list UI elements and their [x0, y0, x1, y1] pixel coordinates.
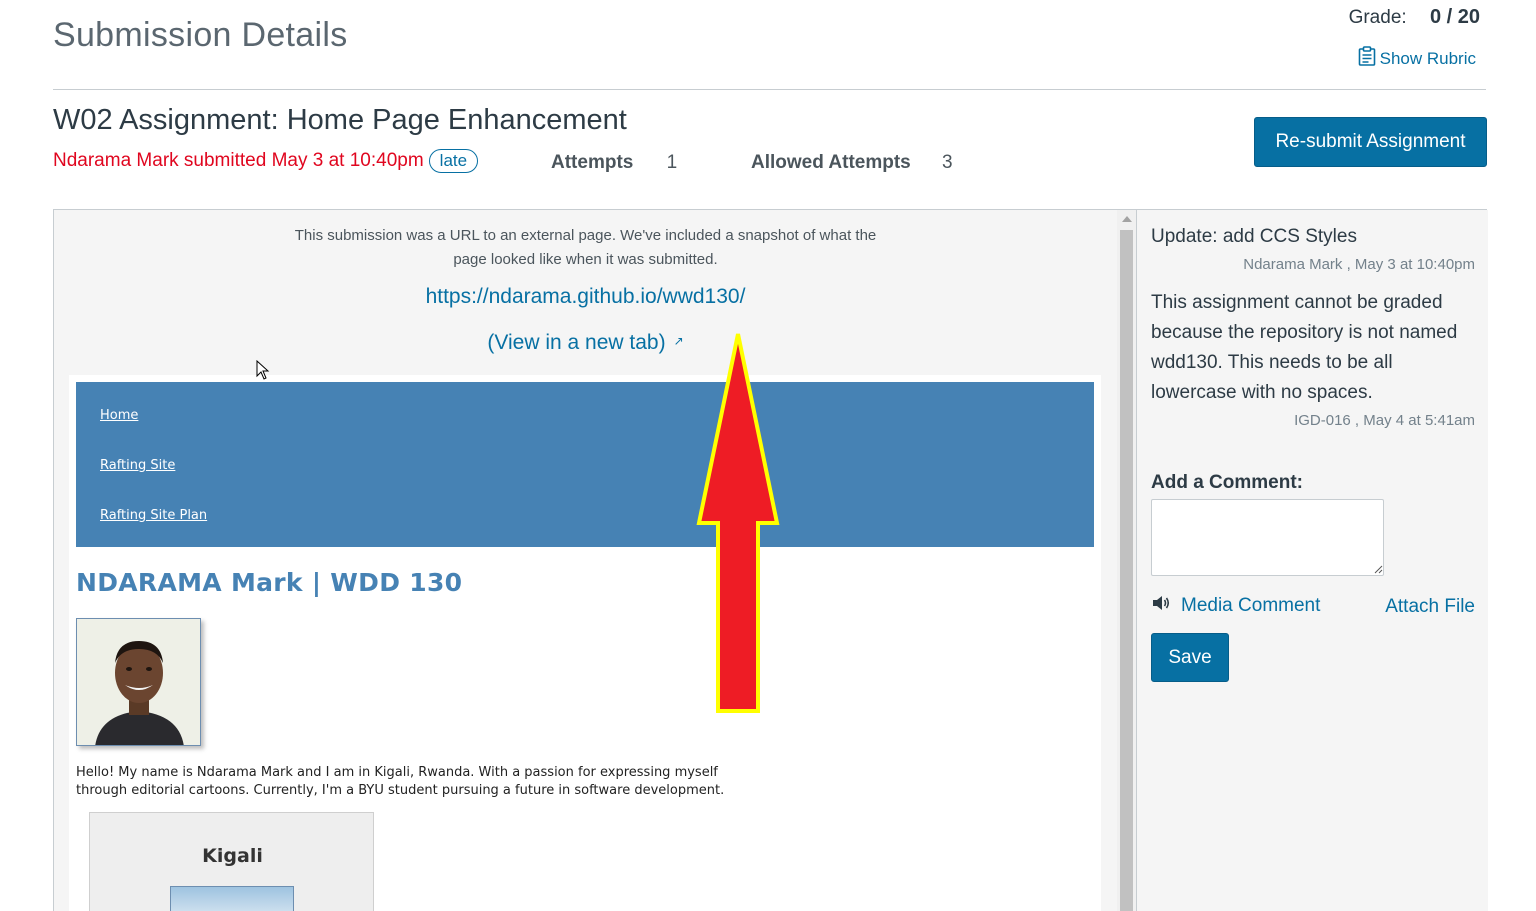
allowed-attempts-value: 3 [942, 152, 953, 173]
speaker-icon [1151, 594, 1171, 618]
external-link-icon: ↗ [673, 334, 684, 348]
comment-textarea[interactable] [1151, 499, 1384, 576]
allowed-attempts-info: Allowed Attempts 3 [751, 152, 953, 174]
submission-url-link[interactable]: https://ndarama.github.io/wwd130/ [54, 285, 1117, 309]
media-comment-link[interactable]: Media Comment [1151, 594, 1320, 618]
submission-preview[interactable]: This submission was a URL to an external… [54, 210, 1117, 911]
resize-grip-icon[interactable] [1373, 564, 1383, 574]
attempts-label: Attempts [551, 152, 634, 173]
late-badge: late [428, 149, 479, 173]
mouse-cursor-icon [256, 359, 270, 385]
grade-value: 0 / 20 [1429, 6, 1480, 28]
header-divider [53, 89, 1486, 90]
kigali-image [170, 886, 294, 911]
comment-grader-meta: IGD-016 , May 4 at 5:41am [1294, 412, 1475, 429]
show-rubric-link[interactable]: Show Rubric [1358, 46, 1476, 71]
scroll-up-icon[interactable] [1122, 216, 1132, 222]
attempts-info: Attempts 1 [551, 152, 677, 174]
snapshot-nav-rafting-site-plan[interactable]: Rafting Site Plan [100, 508, 207, 523]
notice-line-1: This submission was a URL to an external… [294, 227, 877, 244]
snapshot-bio: Hello! My name is Ndarama Mark and I am … [76, 765, 725, 798]
snapshot-nav-rafting-site[interactable]: Rafting Site [100, 458, 175, 473]
submission-status: Ndarama Mark submitted May 3 at 10:40pm … [53, 149, 479, 173]
comment-author-meta: Ndarama Mark , May 3 at 10:40pm [1243, 256, 1475, 273]
comment-title: Update: add CCS Styles [1151, 226, 1357, 247]
snapshot-nav-home[interactable]: Home [100, 408, 138, 423]
page-snapshot: Home Rafting Site Rafting Site Plan NDAR… [69, 375, 1101, 911]
kigali-card-title: Kigali [202, 845, 263, 867]
assignment-title: W02 Assignment: Home Page Enhancement [53, 104, 627, 136]
save-comment-button[interactable]: Save [1151, 633, 1229, 682]
grade-summary: Grade: 0 / 20 [1349, 6, 1480, 29]
allowed-attempts-label: Allowed Attempts [751, 152, 911, 173]
scrollbar-thumb[interactable] [1120, 230, 1133, 911]
snapshot-heading: NDARAMA Mark | WDD 130 [76, 568, 463, 597]
add-comment-label: Add a Comment: [1151, 472, 1303, 493]
submission-url: https://ndarama.github.io/wwd130/ [425, 285, 746, 308]
comment-body: This assignment cannot be graded because… [1151, 292, 1458, 403]
preview-scrollbar[interactable] [1117, 210, 1136, 911]
view-new-tab-label: (View in a new tab) [487, 331, 666, 354]
comments-panel: Update: add CCS Styles Ndarama Mark , Ma… [1136, 210, 1488, 911]
media-comment-label: Media Comment [1181, 595, 1321, 616]
kigali-card: Kigali [89, 812, 374, 911]
resubmit-assignment-button[interactable]: Re-submit Assignment [1254, 117, 1487, 167]
show-rubric-label: Show Rubric [1379, 48, 1476, 68]
red-arrow-annotation [696, 330, 780, 721]
notice-line-2: page looked like when it was submitted. [453, 251, 718, 268]
clipboard-icon [1358, 46, 1376, 71]
attempts-value: 1 [666, 152, 678, 173]
grade-label: Grade: [1348, 7, 1407, 28]
snapshot-nav: Home Rafting Site Rafting Site Plan [76, 382, 1094, 547]
submission-notice: This submission was a URL to an external… [54, 224, 1117, 272]
view-new-tab-link[interactable]: (View in a new tab) ↗ [54, 331, 1117, 355]
submitted-text: Ndarama Mark submitted May 3 at 10:40pm [53, 150, 424, 171]
profile-photo [76, 618, 201, 746]
attach-file-link[interactable]: Attach File [1385, 596, 1475, 618]
page-title: Submission Details [53, 16, 348, 54]
